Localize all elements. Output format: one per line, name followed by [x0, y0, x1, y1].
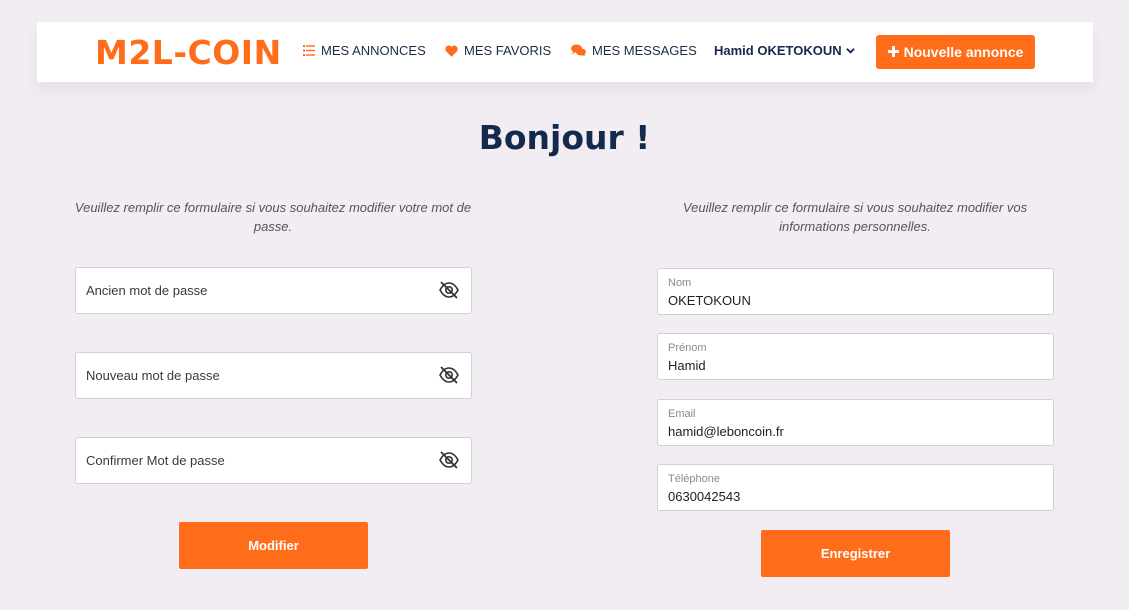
modify-password-button[interactable]: Modifier: [179, 522, 368, 569]
confirm-password-field: [75, 437, 472, 484]
eye-slash-icon[interactable]: [438, 366, 460, 389]
chat-bubbles-icon: [571, 44, 586, 57]
list-icon: [303, 45, 315, 56]
nav-my-messages-label: MES MESSAGES: [592, 43, 697, 58]
new-password-input[interactable]: [86, 353, 426, 398]
nav-my-messages[interactable]: MES MESSAGES: [571, 43, 697, 58]
phone-label: Téléphone: [668, 473, 720, 485]
navbar: M2L-COIN MES ANNONCES MES FAVORIS MES ME…: [37, 22, 1093, 82]
first-name-label: Prénom: [668, 342, 707, 354]
chevron-down-icon: [845, 47, 855, 54]
email-input[interactable]: [668, 422, 1038, 440]
email-field: Email: [657, 399, 1054, 446]
email-label: Email: [668, 408, 696, 420]
nav-my-listings-label: MES ANNONCES: [321, 43, 426, 58]
user-menu-label: Hamid OKETOKOUN: [714, 43, 842, 58]
brand-logo[interactable]: M2L-COIN: [95, 33, 282, 72]
old-password-input[interactable]: [86, 268, 426, 313]
heart-icon: [445, 45, 458, 57]
old-password-field: [75, 267, 472, 314]
info-form-intro: Veuillez remplir ce formulaire si vous s…: [682, 200, 1028, 234]
phone-input[interactable]: [668, 487, 1038, 505]
last-name-input[interactable]: [668, 291, 1038, 309]
new-password-field: [75, 352, 472, 399]
new-listing-button[interactable]: Nouvelle annonce: [876, 35, 1035, 69]
eye-slash-icon[interactable]: [438, 451, 460, 474]
phone-field: Téléphone: [657, 464, 1054, 511]
new-listing-label: Nouvelle annonce: [903, 44, 1024, 60]
plus-icon: [887, 44, 899, 60]
last-name-field: Nom: [657, 268, 1054, 315]
eye-slash-icon[interactable]: [438, 281, 460, 304]
password-form-intro: Veuillez remplir ce formulaire si vous s…: [74, 200, 472, 234]
nav-my-listings[interactable]: MES ANNONCES: [303, 43, 426, 58]
confirm-password-input[interactable]: [86, 438, 426, 483]
last-name-label: Nom: [668, 277, 692, 289]
first-name-input[interactable]: [668, 356, 1038, 374]
page-title: Bonjour !: [478, 118, 651, 157]
first-name-field: Prénom: [657, 333, 1054, 380]
nav-my-favorites[interactable]: MES FAVORIS: [445, 43, 551, 58]
user-menu[interactable]: Hamid OKETOKOUN: [714, 43, 855, 58]
nav-my-favorites-label: MES FAVORIS: [464, 43, 552, 58]
save-info-button[interactable]: Enregistrer: [761, 530, 950, 577]
